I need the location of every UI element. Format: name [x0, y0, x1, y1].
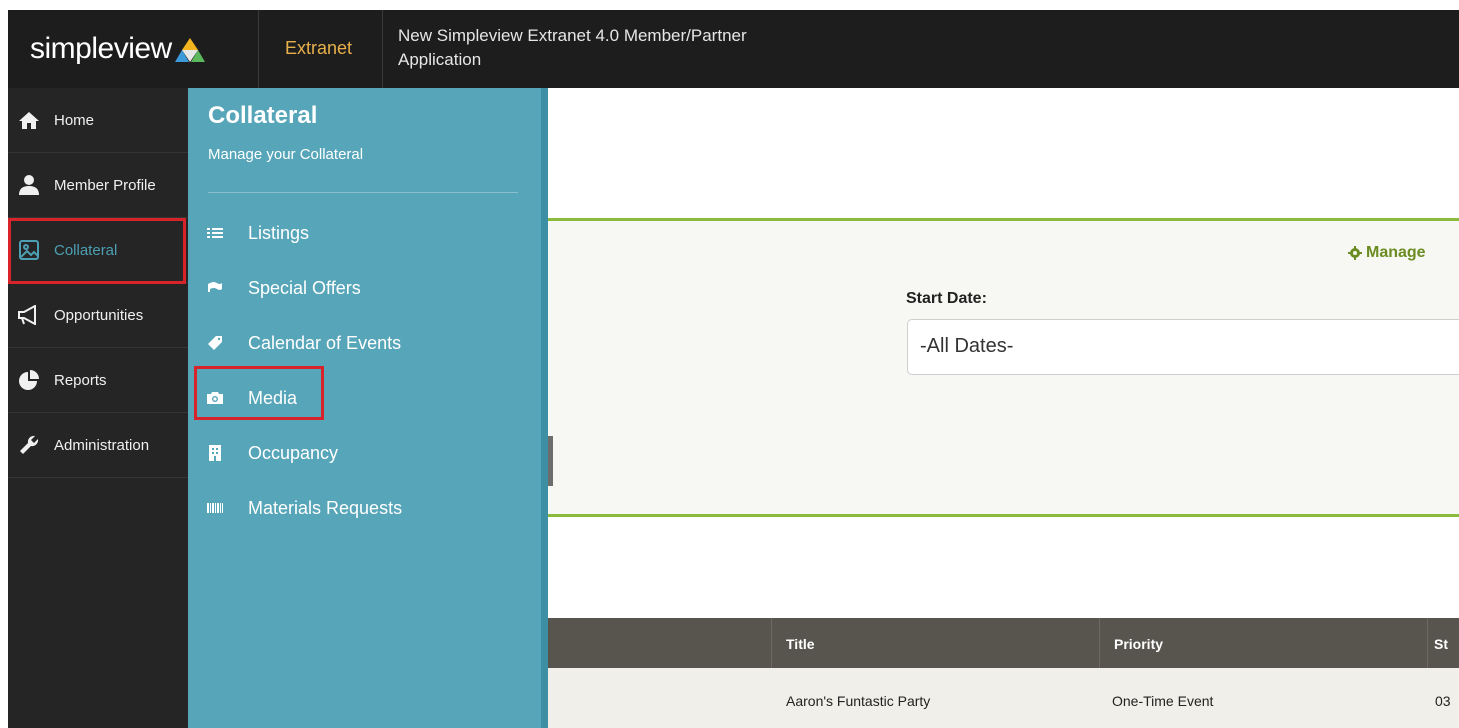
main-sidebar: Home Member Profile Collateral Opportuni… — [8, 88, 188, 728]
resize-grip[interactable] — [548, 436, 553, 486]
flyout-item-label: Calendar of Events — [248, 332, 402, 353]
logo-text: simpleview — [30, 32, 172, 65]
gear-icon — [1348, 246, 1362, 260]
sidebar-item-member-profile[interactable]: Member Profile — [8, 153, 188, 218]
flyout-divider — [208, 192, 518, 193]
top-bar: simpleview Extranet New Simpleview Extra… — [8, 10, 1459, 88]
camera-icon — [202, 391, 228, 405]
panel-bottom-border — [548, 514, 1459, 517]
table-row[interactable]: Aaron's Funtastic Party One-Time Event 0… — [548, 668, 1459, 728]
sidebar-item-label: Member Profile — [54, 176, 156, 194]
wrench-icon — [14, 434, 44, 456]
image-icon — [14, 239, 44, 261]
flyout-item-label: Media — [248, 387, 298, 408]
flyout-subtitle: Manage your Collateral — [208, 146, 364, 163]
top-divider — [382, 10, 383, 88]
sidebar-item-home[interactable]: Home — [8, 88, 188, 153]
sidebar-item-label: Collateral — [54, 241, 118, 259]
flyout-item-label: Occupancy — [248, 442, 339, 463]
top-divider — [258, 10, 259, 88]
home-icon — [14, 110, 44, 130]
flyout-edge — [541, 88, 548, 728]
collateral-flyout: Collateral Manage your Collateral Listin… — [188, 88, 543, 728]
flyout-item-label: Materials Requests — [248, 497, 403, 518]
cell-priority: One-Time Event — [1112, 693, 1214, 709]
flyout-item-occupancy[interactable]: Occupancy — [202, 433, 522, 473]
barcode-icon — [202, 502, 228, 514]
simpleview-logo[interactable]: simpleview — [30, 32, 205, 66]
flag-icon — [202, 281, 228, 295]
flyout-item-media[interactable]: Media — [202, 378, 522, 418]
flyout-title: Collateral — [208, 102, 318, 129]
start-date-label: Start Date: — [906, 290, 987, 307]
flyout-item-materials-requests[interactable]: Materials Requests — [202, 488, 522, 528]
sidebar-item-opportunities[interactable]: Opportunities — [8, 283, 188, 348]
column-header-title[interactable]: Title — [771, 618, 1099, 668]
flyout-item-listings[interactable]: Listings — [202, 213, 522, 253]
column-header-start[interactable]: St — [1427, 618, 1459, 668]
megaphone-icon — [14, 305, 44, 325]
pie-chart-icon — [14, 369, 44, 391]
cell-start: 03 — [1435, 693, 1451, 709]
sidebar-item-reports[interactable]: Reports — [8, 348, 188, 413]
table-header: Title Priority St — [548, 618, 1459, 668]
app-root: simpleview Extranet New Simpleview Extra… — [0, 0, 1459, 728]
manage-link-label: Manage — [1366, 244, 1426, 261]
user-icon — [14, 174, 44, 196]
extranet-link[interactable]: Extranet — [285, 38, 352, 59]
flyout-item-label: Special Offers — [248, 277, 361, 298]
tag-icon — [202, 335, 228, 351]
sidebar-item-administration[interactable]: Administration — [8, 413, 188, 478]
flyout-item-calendar-of-events[interactable]: Calendar of Events — [202, 323, 522, 363]
building-icon — [202, 445, 228, 461]
list-icon — [202, 226, 228, 240]
manage-link[interactable]: Manage — [1348, 244, 1426, 262]
sidebar-item-label: Home — [54, 111, 95, 129]
flyout-item-special-offers[interactable]: Special Offers — [202, 268, 522, 308]
flyout-item-label: Listings — [248, 222, 310, 243]
logo-mark-icon — [174, 38, 205, 62]
start-date-select[interactable]: -All Dates- — [907, 319, 1459, 375]
sidebar-item-label: Reports — [54, 371, 107, 389]
column-header-priority[interactable]: Priority — [1099, 618, 1427, 668]
sidebar-item-label: Administration — [54, 436, 150, 454]
sidebar-item-label: Opportunities — [54, 306, 144, 324]
sidebar-item-collateral[interactable]: Collateral — [8, 218, 188, 283]
cell-title: Aaron's Funtastic Party — [786, 693, 931, 709]
app-title: New Simpleview Extranet 4.0 Member/Partn… — [398, 26, 747, 69]
